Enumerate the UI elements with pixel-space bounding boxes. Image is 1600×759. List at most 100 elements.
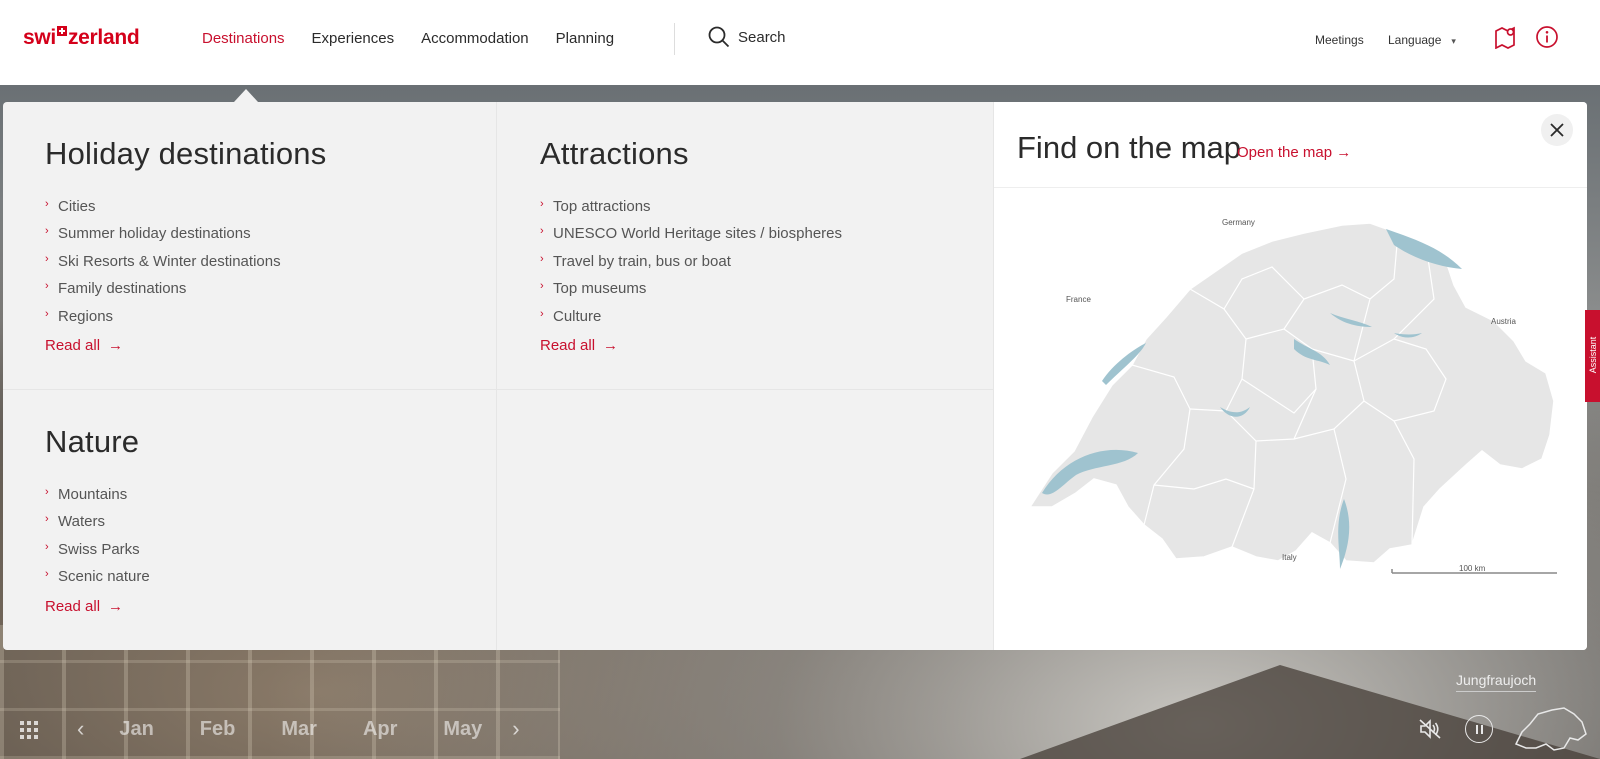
map-label-italy: Italy bbox=[1282, 553, 1297, 562]
logo[interactable]: swi zerland bbox=[23, 26, 140, 50]
nature-item-waters[interactable]: › Waters bbox=[45, 511, 150, 538]
chevron-right-icon: › bbox=[45, 252, 49, 265]
read-all-label: Read all bbox=[540, 336, 596, 354]
arrow-right-icon: → bbox=[603, 336, 619, 354]
map-header: Find on the map Open the map → bbox=[994, 102, 1587, 188]
read-all-label: Read all bbox=[45, 597, 101, 615]
nav-accommodation[interactable]: Accommodation bbox=[421, 30, 529, 47]
open-map-label: Open the map bbox=[1237, 144, 1333, 161]
holiday-item-family[interactable]: › Family destinations bbox=[45, 278, 326, 305]
nature-item-parks[interactable]: › Swiss Parks bbox=[45, 539, 150, 566]
info-icon[interactable] bbox=[1535, 25, 1559, 49]
main-nav: Destinations Experiences Accommodation P… bbox=[202, 30, 614, 47]
arrow-right-icon: → bbox=[1336, 144, 1352, 161]
attractions-item-museums[interactable]: › Top museums bbox=[540, 278, 842, 305]
month-apr[interactable]: Apr bbox=[363, 718, 397, 741]
mute-icon[interactable] bbox=[1418, 718, 1442, 740]
attractions-item-unesco[interactable]: › UNESCO World Heritage sites / biosphere… bbox=[540, 223, 842, 250]
holiday-item-ski[interactable]: › Ski Resorts & Winter destinations bbox=[45, 251, 326, 278]
grid-icon[interactable] bbox=[20, 721, 38, 739]
list-item-label: Top museums bbox=[553, 280, 647, 298]
location-label[interactable]: Jungfraujoch bbox=[1456, 672, 1537, 692]
list-item-label: Top attractions bbox=[553, 198, 651, 215]
attractions-read-all-link[interactable]: Read all → bbox=[540, 337, 618, 354]
month-jan[interactable]: Jan bbox=[119, 718, 153, 741]
nature-title: Nature bbox=[45, 424, 140, 459]
map-label-scale: 100 km bbox=[1459, 564, 1486, 573]
search-button[interactable]: Search bbox=[708, 26, 786, 48]
nature-section: Nature › Mountains › Waters › Swiss Parks ›… bbox=[45, 424, 150, 616]
month-feb[interactable]: Feb bbox=[200, 718, 236, 741]
chevron-right-icon: › bbox=[45, 225, 49, 238]
chevron-left-icon[interactable]: ‹ bbox=[77, 716, 84, 742]
list-item-label: Family destinations bbox=[58, 280, 187, 298]
nature-item-mountains[interactable]: › Mountains bbox=[45, 484, 150, 511]
close-icon bbox=[1550, 123, 1564, 137]
caret-down-icon: ▾ bbox=[1451, 36, 1456, 46]
chevron-right-icon: › bbox=[45, 198, 49, 210]
attractions-section: Attractions › Top attractions › UNESCO Wor… bbox=[540, 136, 842, 355]
holiday-item-cities[interactable]: › Cities bbox=[45, 196, 326, 223]
list-item-label: Cities bbox=[58, 198, 96, 215]
pause-button[interactable] bbox=[1465, 715, 1493, 743]
search-icon bbox=[708, 26, 730, 48]
arrow-right-icon: → bbox=[108, 336, 124, 354]
holiday-read-all-link[interactable]: Read all → bbox=[45, 337, 123, 354]
list-item-label: Mountains bbox=[58, 486, 128, 503]
row-divider bbox=[3, 389, 993, 390]
pause-icon-bar bbox=[1475, 724, 1478, 734]
read-all-label: Read all bbox=[45, 336, 101, 354]
switzerland-map[interactable] bbox=[994, 189, 1587, 650]
meetings-link[interactable]: Meetings bbox=[1315, 33, 1364, 47]
nav-planning[interactable]: Planning bbox=[556, 30, 614, 47]
pause-icon-bar bbox=[1480, 724, 1483, 734]
attractions-item-top[interactable]: › Top attractions bbox=[540, 196, 842, 223]
nav-divider bbox=[674, 23, 675, 55]
month-may[interactable]: May bbox=[443, 718, 482, 741]
attractions-item-culture[interactable]: › Culture bbox=[540, 306, 842, 333]
map-label-germany: Germany bbox=[1222, 218, 1255, 227]
assistant-label: Assistant bbox=[1588, 336, 1598, 374]
close-button[interactable] bbox=[1541, 114, 1573, 146]
attractions-list: › Top attractions › UNESCO World Heritage … bbox=[540, 196, 842, 333]
holiday-item-regions[interactable]: › Regions bbox=[45, 306, 326, 333]
month-mar[interactable]: Mar bbox=[281, 718, 317, 741]
nature-item-scenic[interactable]: › Scenic nature bbox=[45, 566, 150, 593]
site-header: swi zerland Destinations Experiences Acco… bbox=[0, 0, 1600, 85]
list-item-label: Travel by train, bus or boat bbox=[553, 252, 731, 270]
nav-destinations[interactable]: Destinations bbox=[202, 30, 285, 47]
chevron-right-icon: › bbox=[45, 568, 49, 581]
nature-list: › Mountains › Waters › Swiss Parks › Scenic … bbox=[45, 484, 150, 594]
chevron-right-icon: › bbox=[45, 540, 49, 553]
month-selector: ‹ Jan Feb Mar Apr May › bbox=[77, 716, 520, 742]
list-item-label: UNESCO World Heritage sites / biospheres bbox=[553, 225, 842, 243]
map-title: Find on the map bbox=[1017, 130, 1242, 165]
map-panel: Find on the map Open the map → Germany F… bbox=[994, 102, 1587, 650]
swiss-cross-icon bbox=[56, 26, 67, 36]
holiday-list: › Cities › Summer holiday destinations › Sk… bbox=[45, 196, 326, 333]
chevron-right-icon: › bbox=[540, 280, 544, 293]
switzerland-land bbox=[1028, 222, 1555, 564]
chevron-right-icon: › bbox=[45, 307, 49, 320]
language-label: Language bbox=[1388, 33, 1442, 47]
open-map-link[interactable]: Open the map → bbox=[1237, 144, 1351, 161]
search-label: Search bbox=[738, 28, 786, 46]
chevron-right-icon: › bbox=[45, 486, 49, 498]
list-item-label: Summer holiday destinations bbox=[58, 225, 251, 243]
language-selector[interactable]: Language ▾ bbox=[1388, 33, 1456, 47]
assistant-tab[interactable]: Assistant bbox=[1585, 310, 1600, 402]
switzerland-outline-icon[interactable] bbox=[1512, 704, 1590, 754]
map-label-france: France bbox=[1066, 295, 1091, 304]
attractions-item-travel[interactable]: › Travel by train, bus or boat bbox=[540, 251, 842, 278]
menu-pointer bbox=[234, 89, 258, 102]
holiday-item-summer[interactable]: › Summer holiday destinations bbox=[45, 223, 326, 250]
list-item-label: Waters bbox=[58, 513, 105, 531]
chevron-right-icon: › bbox=[540, 198, 544, 210]
list-item-label: Ski Resorts & Winter destinations bbox=[58, 252, 281, 270]
map-pin-icon[interactable] bbox=[1494, 25, 1518, 49]
nav-experiences[interactable]: Experiences bbox=[312, 30, 395, 47]
list-item-label: Scenic nature bbox=[58, 568, 150, 586]
chevron-right-icon[interactable]: › bbox=[512, 716, 519, 742]
attractions-title: Attractions bbox=[540, 136, 689, 171]
nature-read-all-link[interactable]: Read all → bbox=[45, 598, 123, 615]
